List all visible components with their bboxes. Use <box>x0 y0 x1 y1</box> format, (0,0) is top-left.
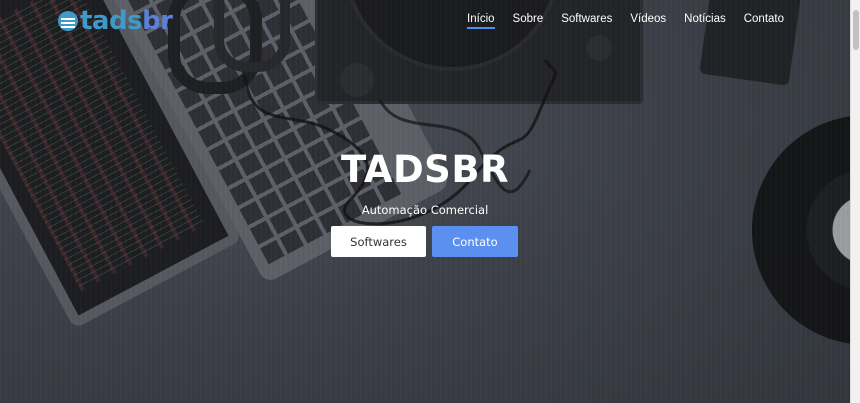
hero-title: TADSBR <box>340 148 510 191</box>
hero-subtitle: Automação Comercial <box>361 203 489 217</box>
nav-item-videos[interactable]: Vídeos <box>630 13 666 28</box>
nav-item-softwares[interactable]: Softwares <box>561 13 612 28</box>
logo-text: tadsbr <box>80 6 173 36</box>
logo-text-part1: tads <box>80 6 143 36</box>
scrollbar-thumb[interactable] <box>853 10 859 50</box>
nav-item-inicio[interactable]: Início <box>467 13 495 29</box>
hero-background <box>0 0 860 403</box>
nav-item-noticias[interactable]: Notícias <box>684 13 726 28</box>
nav-item-sobre[interactable]: Sobre <box>513 13 544 28</box>
site-logo[interactable]: tadsbr <box>58 6 173 36</box>
nav-item-contato[interactable]: Contato <box>744 13 784 28</box>
softwares-button[interactable]: Softwares <box>331 226 426 257</box>
page-scrollbar[interactable] <box>850 0 860 403</box>
logo-text-part2: br <box>142 6 173 36</box>
logo-icon <box>58 11 78 31</box>
cable-lines <box>243 59 558 226</box>
contato-button[interactable]: Contato <box>432 226 518 257</box>
main-nav: Início Sobre Softwares Vídeos Notícias C… <box>467 13 784 29</box>
